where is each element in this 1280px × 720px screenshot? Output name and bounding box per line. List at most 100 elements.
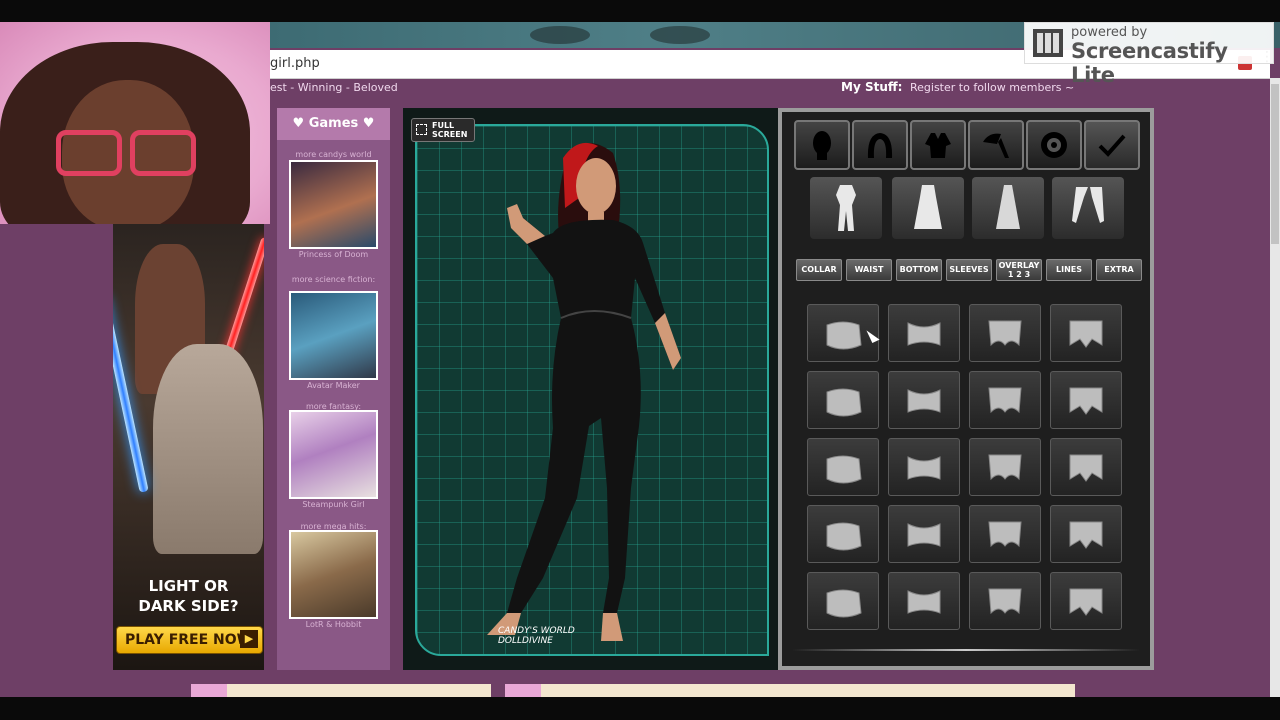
waist-shape-icon	[1069, 387, 1103, 415]
page-scrollbar[interactable]	[1270, 78, 1280, 697]
waist-option-swatch[interactable]	[1050, 505, 1122, 563]
tab-extra[interactable]: EXTRA	[1096, 259, 1142, 281]
waist-option-swatch[interactable]	[888, 572, 960, 630]
doll-stage[interactable]: FULL SCREEN CANDY'S WORLD DOLLDIVINE	[403, 108, 778, 670]
footer-banner[interactable]	[191, 684, 491, 697]
watermark-powered-by: powered by	[1071, 25, 1148, 40]
makeup-icon	[1041, 132, 1067, 158]
webcam-overlay	[0, 22, 270, 224]
subcategory-bodysuit[interactable]	[810, 177, 882, 239]
waist-option-swatch[interactable]	[969, 572, 1041, 630]
tab-sleeves[interactable]: SLEEVES	[946, 259, 992, 281]
banner-decoration	[530, 26, 590, 44]
game-thumbnail[interactable]	[289, 160, 378, 249]
subcategory-sleeves[interactable]	[1052, 177, 1124, 239]
waist-shape-icon	[1069, 320, 1103, 348]
ad-tagline: LIGHT OR DARK SIDE?	[138, 577, 239, 615]
waist-option-swatch[interactable]	[1050, 572, 1122, 630]
waist-option-swatch[interactable]	[969, 371, 1041, 429]
game-item[interactable]: more mega hits: LotR & Hobbit	[277, 522, 390, 642]
scrollbar-thumb[interactable]	[1271, 84, 1279, 244]
subcategory-dress[interactable]	[892, 177, 964, 239]
waist-shape-icon	[826, 522, 862, 551]
my-stuff-label: My Stuff:	[841, 80, 903, 94]
banner-decoration	[650, 26, 710, 44]
footer-banner[interactable]	[505, 684, 1075, 697]
done-check-button[interactable]	[1084, 120, 1140, 170]
doll-figure	[487, 142, 681, 641]
glasses	[56, 130, 196, 176]
waist-option-swatch[interactable]	[888, 371, 960, 429]
tab-collar[interactable]: COLLAR	[796, 259, 842, 281]
tab-waist[interactable]: WAIST	[846, 259, 892, 281]
cape-icon	[996, 185, 1020, 229]
panel-divider	[792, 649, 1140, 651]
accessories-icon	[983, 133, 1009, 158]
category-hair-button[interactable]	[852, 120, 908, 170]
category-head-button[interactable]	[794, 120, 850, 170]
waist-option-swatch[interactable]	[1050, 371, 1122, 429]
waist-shape-icon	[988, 454, 1022, 481]
play-free-now-button[interactable]: PLAY FREE NOW ▶	[116, 626, 263, 654]
waist-shape-icon	[907, 456, 941, 480]
waist-option-swatch[interactable]	[888, 438, 960, 496]
check-icon	[1098, 134, 1126, 157]
waist-shape-icon	[907, 389, 941, 413]
game-item[interactable]: more science fiction: Avatar Maker	[277, 275, 390, 395]
nav-links[interactable]: est - Winning - Beloved	[270, 81, 398, 94]
waist-option-swatch[interactable]	[1050, 304, 1122, 362]
waist-shape-icon	[826, 455, 862, 484]
waist-shape-icon	[988, 588, 1022, 615]
hair-icon	[867, 133, 893, 158]
outfit-icon	[925, 133, 951, 158]
play-arrow-icon: ▶	[240, 630, 258, 648]
video-letterbox-top	[0, 0, 1280, 22]
film-strip-icon	[1033, 29, 1063, 57]
game-item[interactable]: more candys world Princess of Doom	[277, 150, 390, 270]
category-outfit-button[interactable]	[910, 120, 966, 170]
subcategory-cape[interactable]	[972, 177, 1044, 239]
tab-bottom[interactable]: BOTTOM	[896, 259, 942, 281]
waist-shape-icon	[826, 589, 862, 618]
waist-shape-icon	[1069, 588, 1103, 616]
waist-shape-icon	[907, 590, 941, 614]
head-icon	[813, 131, 831, 160]
waist-option-swatch[interactable]	[807, 572, 879, 630]
waist-shape-icon	[907, 523, 941, 547]
waist-option-swatch[interactable]	[888, 304, 960, 362]
waist-option-swatch[interactable]	[807, 371, 879, 429]
games-header[interactable]: ♥ Games ♥	[277, 108, 390, 140]
waist-option-swatch[interactable]	[1050, 438, 1122, 496]
game-thumbnail[interactable]	[289, 530, 378, 619]
category-accessories-button[interactable]	[968, 120, 1024, 170]
category-makeup-button[interactable]	[1026, 120, 1082, 170]
waist-option-swatch[interactable]	[888, 505, 960, 563]
ad-character	[153, 344, 263, 554]
waist-option-swatch[interactable]	[969, 505, 1041, 563]
address-url: girl.php	[270, 56, 320, 71]
advertisement[interactable]: LIGHT OR DARK SIDE? PLAY FREE NOW ▶	[113, 224, 264, 670]
site-nav: est - Winning - Beloved My Stuff: Regist…	[270, 80, 1270, 96]
waist-option-swatch[interactable]	[969, 304, 1041, 362]
waist-option-swatch[interactable]	[807, 438, 879, 496]
tab-overlay[interactable]: OVERLAY 1 2 3	[996, 259, 1042, 281]
video-letterbox-bottom	[0, 697, 1280, 720]
waist-shape-icon	[988, 387, 1022, 414]
waist-shape-icon	[826, 388, 862, 417]
register-link[interactable]: Register to follow members ~	[910, 81, 1074, 94]
sleeves-icon	[1072, 187, 1104, 223]
waist-option-swatch[interactable]	[969, 438, 1041, 496]
game-thumbnail[interactable]	[289, 410, 378, 499]
screencastify-watermark: powered by Screencastify Lite	[1024, 22, 1274, 87]
tab-lines[interactable]: LINES	[1046, 259, 1092, 281]
waist-shape-icon	[907, 322, 941, 346]
waist-shape-icon	[1069, 521, 1103, 549]
doll-credit: CANDY'S WORLD DOLLDIVINE	[498, 626, 575, 646]
games-sidebar: ♥ Games ♥ more candys world Princess of …	[277, 108, 390, 670]
game-item[interactable]: more fantasy: Steampunk Girl	[277, 402, 390, 522]
waist-option-swatch[interactable]	[807, 505, 879, 563]
game-thumbnail[interactable]	[289, 291, 378, 380]
dress-icon	[914, 185, 942, 229]
bodysuit-icon	[836, 185, 856, 231]
waist-shape-icon	[1069, 454, 1103, 482]
